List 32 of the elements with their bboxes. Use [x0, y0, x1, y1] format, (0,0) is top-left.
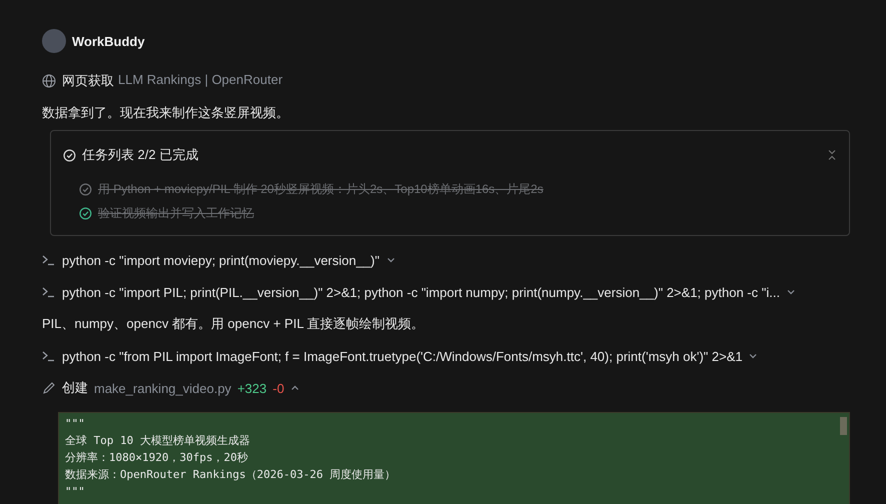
command-text[interactable]: python -c "import moviepy; print(moviepy.__version__)"	[62, 252, 380, 268]
chevron-down-icon[interactable]	[386, 255, 396, 265]
terminal-icon	[42, 254, 56, 266]
file-name[interactable]: make_ranking_video.py	[94, 380, 232, 396]
assistant-message: 数据拿到了。现在我来制作这条竖屏视频。	[42, 104, 289, 122]
code-line: 全球 Top 10 大模型榜单视频生成器	[65, 433, 251, 449]
removed-count: -0	[272, 380, 284, 396]
check-circle-icon	[63, 148, 76, 162]
terminal-icon	[42, 350, 56, 362]
scrollbar-thumb[interactable]	[840, 417, 847, 435]
code-line: 分辨率：1080×1920，30fps，20秒	[65, 450, 249, 466]
command-text[interactable]: python -c "from PIL import ImageFont; f = ImageFont.truetype('C:/Windows/Fonts/msyh.ttc', 40); print('msyh ok')" 2>&1	[62, 348, 742, 364]
tool-label: 网页获取	[62, 72, 114, 90]
action-label: 创建	[62, 379, 88, 397]
code-line: """	[65, 484, 86, 500]
task-item: 用 Python + moviepy/PIL 制作 20秒竖屏视频：片头2s、Top10榜单动画16s、片尾2s	[98, 180, 544, 198]
code-line: """	[65, 416, 86, 432]
agent-name: WorkBuddy	[72, 34, 145, 48]
chevron-down-icon[interactable]	[748, 351, 758, 361]
task-list-title: 任务列表 2/2 已完成	[82, 146, 198, 164]
code-line: 数据来源：OpenRouter Rankings（2026-03-26 周度使用量）	[65, 467, 397, 483]
task-item: 验证视频输出并写入工作记忆	[98, 204, 254, 222]
pencil-icon	[42, 381, 56, 395]
command-text[interactable]: python -c "import PIL; print(PIL.__version__)" 2>&1; python -c "import numpy; print(numpy.__version__)" 2>&1; python -c "i...	[62, 284, 780, 300]
globe-icon	[42, 74, 56, 88]
chevron-down-icon[interactable]	[786, 287, 796, 297]
avatar	[42, 29, 66, 53]
collapse-icon[interactable]	[827, 149, 837, 161]
assistant-message: PIL、numpy、opencv 都有。用 opencv + PIL 直接逐帧绘制视频。	[42, 315, 424, 333]
added-count: +323	[237, 380, 267, 396]
page-title[interactable]: LLM Rankings | OpenRouter	[118, 72, 283, 90]
terminal-icon	[42, 286, 56, 298]
